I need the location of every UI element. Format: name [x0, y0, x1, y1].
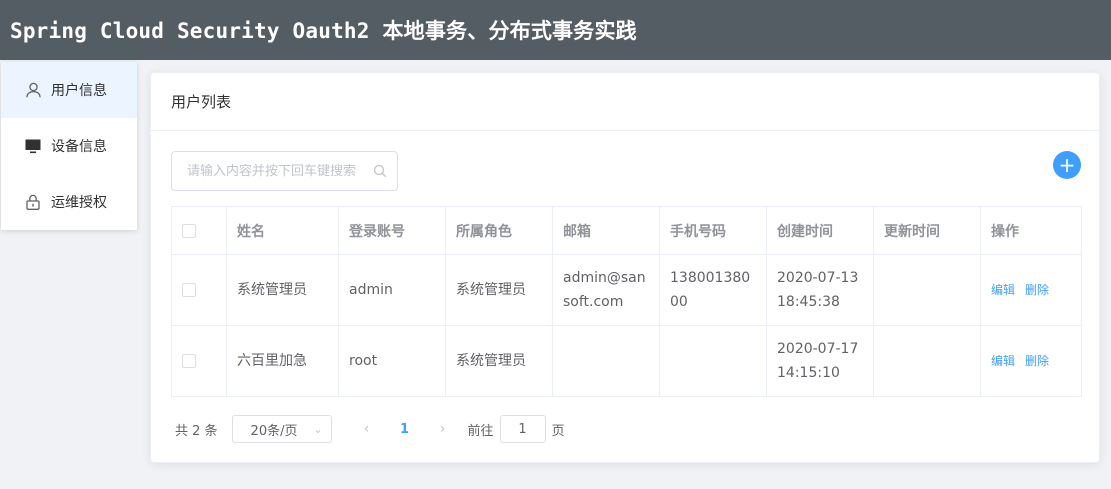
cell-email	[552, 325, 660, 397]
goto-page-input[interactable]	[499, 415, 546, 443]
row-select-cell	[171, 325, 227, 397]
app-title: Spring Cloud Security Oauth2 本地事务、分布式事务实…	[10, 19, 637, 43]
cell-created: 2020-07-17 14:15:10	[766, 325, 874, 397]
total-count: 共 2 条	[175, 423, 218, 439]
edit-link[interactable]: 编辑	[991, 354, 1015, 368]
cell-role: 系统管理员	[445, 325, 553, 397]
search-input[interactable]	[187, 163, 373, 179]
sidebar-item-label: 用户信息	[51, 83, 107, 99]
cell-actions: 编辑 删除	[980, 325, 1082, 397]
pagination: 共 2 条 20条/页 ⌄ ‹ 1 › 前往 页	[175, 415, 565, 443]
sidebar-item-ops-authorization[interactable]: 运维授权	[1, 174, 137, 230]
table-header-row: 姓名 登录账号 所属角色 邮箱 手机号码 创建时间 更新时间 操作	[171, 206, 1082, 255]
cell-name: 系统管理员	[226, 254, 339, 326]
cell-name: 六百里加急	[226, 325, 339, 397]
cell-role: 系统管理员	[445, 254, 553, 326]
next-page-button[interactable]: ›	[428, 421, 458, 437]
page-number-current[interactable]: 1	[390, 422, 420, 437]
page-size-value: 20条/页	[250, 423, 298, 439]
column-header: 手机号码	[659, 206, 767, 255]
user-icon	[25, 82, 41, 98]
row-checkbox[interactable]	[182, 354, 196, 368]
app-header: Spring Cloud Security Oauth2 本地事务、分布式事务实…	[0, 0, 1111, 60]
cell-updated	[873, 254, 981, 326]
page-size-select[interactable]: 20条/页 ⌄	[231, 415, 332, 443]
sidebar-menu: 用户信息 设备信息 运维授权	[1, 62, 137, 230]
cell-created: 2020-07-13 18:45:38	[766, 254, 874, 326]
cell-email: admin@sansoft.com	[552, 254, 660, 326]
add-user-button[interactable]: +	[1053, 151, 1081, 179]
user-list-card: 用户列表 + 姓名 登录账号 所属角色 邮箱 手机号码 创建时间	[150, 72, 1100, 463]
cell-phone	[659, 325, 767, 397]
search-box	[171, 151, 398, 191]
prev-page-button[interactable]: ‹	[352, 421, 382, 437]
card-title: 用户列表	[151, 73, 1099, 131]
column-header: 登录账号	[338, 206, 446, 255]
column-header: 邮箱	[552, 206, 660, 255]
sidebar-item-label: 设备信息	[51, 139, 107, 155]
delete-link[interactable]: 删除	[1025, 354, 1049, 368]
monitor-icon	[25, 138, 41, 154]
edit-link[interactable]: 编辑	[991, 283, 1015, 297]
sidebar-item-device-info[interactable]: 设备信息	[1, 118, 137, 174]
table-row: 系统管理员 admin 系统管理员 admin@sansoft.com 1380…	[171, 254, 1082, 326]
select-all-checkbox[interactable]	[182, 223, 196, 238]
cell-actions: 编辑 删除	[980, 254, 1082, 326]
row-checkbox[interactable]	[182, 283, 196, 297]
sidebar-item-user-info[interactable]: 用户信息	[1, 62, 137, 118]
sidebar-item-label: 运维授权	[51, 195, 107, 211]
select-all-cell	[171, 206, 227, 255]
chevron-down-icon: ⌄	[313, 422, 323, 436]
column-header: 姓名	[226, 206, 339, 255]
column-header: 操作	[980, 206, 1082, 255]
user-table: 姓名 登录账号 所属角色 邮箱 手机号码 创建时间 更新时间 操作 系统管理员 …	[171, 206, 1082, 397]
cell-account: admin	[338, 254, 446, 326]
cell-updated	[873, 325, 981, 397]
column-header: 更新时间	[873, 206, 981, 255]
column-header: 创建时间	[766, 206, 874, 255]
delete-link[interactable]: 删除	[1025, 283, 1049, 297]
goto-label: 前往	[467, 423, 494, 439]
row-select-cell	[171, 254, 227, 326]
lock-icon	[25, 194, 41, 210]
search-icon[interactable]	[373, 164, 387, 178]
column-header: 所属角色	[445, 206, 553, 255]
table-row: 六百里加急 root 系统管理员 2020-07-17 14:15:10 编辑删…	[171, 325, 1082, 397]
cell-account: root	[338, 325, 446, 397]
page-suffix: 页	[551, 423, 565, 439]
cell-phone: 13800138000	[659, 254, 767, 326]
